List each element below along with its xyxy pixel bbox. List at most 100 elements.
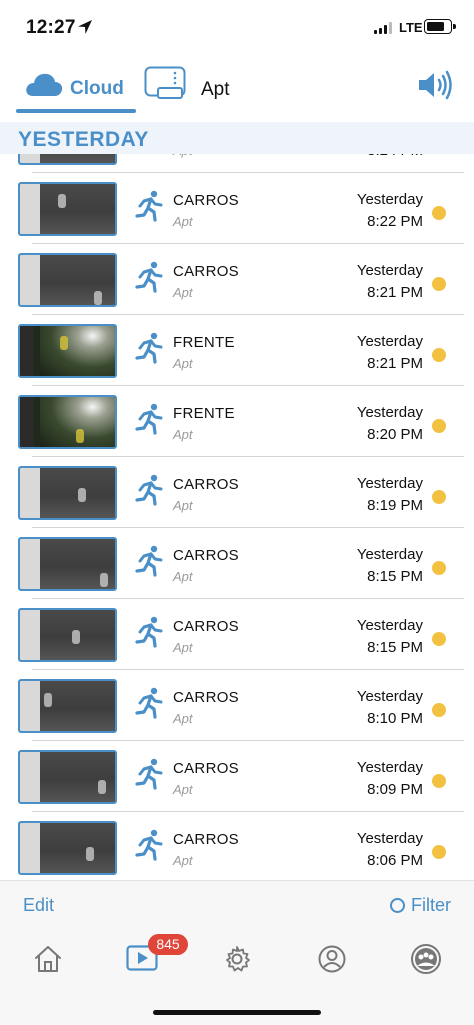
camera-device-icon: [144, 66, 186, 99]
running-person-icon: [135, 616, 163, 648]
event-location: Apt: [173, 498, 193, 513]
running-person-icon: [135, 403, 163, 435]
event-thumbnail[interactable]: [18, 182, 117, 236]
event-thumbnail[interactable]: [18, 154, 117, 165]
unviewed-dot: [432, 774, 446, 788]
event-day: Yesterday: [356, 262, 423, 279]
event-time: 8:15 PM: [367, 639, 423, 656]
tab-camera-apt[interactable]: Apt: [144, 66, 254, 106]
event-row[interactable]: FRENTE Apt Yesterday 8:21 PM: [0, 315, 474, 386]
event-thumbnail[interactable]: [18, 324, 117, 378]
unviewed-dot: [432, 632, 446, 646]
event-row[interactable]: CARROS Apt Yesterday 8:24 PM: [0, 154, 474, 173]
event-time: 8:21 PM: [367, 284, 423, 301]
unviewed-dot: [432, 490, 446, 504]
tab-camera-label: Apt: [201, 79, 230, 100]
event-location: Apt: [173, 356, 193, 371]
event-camera-name: CARROS: [173, 476, 239, 493]
event-day: Yesterday: [356, 475, 423, 492]
person-icon[interactable]: [316, 943, 348, 975]
speaker-icon[interactable]: [416, 70, 456, 100]
event-row[interactable]: CARROS Apt Yesterday 8:15 PM: [0, 528, 474, 599]
status-bar: 12:27 LTE: [0, 0, 474, 56]
cloud-icon: [26, 73, 63, 96]
event-camera-name: CARROS: [173, 547, 239, 564]
event-thumbnail[interactable]: [18, 679, 117, 733]
event-camera-name: CARROS: [173, 618, 239, 635]
running-person-icon: [135, 190, 163, 222]
event-thumbnail[interactable]: [18, 395, 117, 449]
event-camera-name: CARROS: [173, 192, 239, 209]
event-location: Apt: [173, 569, 193, 584]
event-thumbnail[interactable]: [18, 253, 117, 307]
event-row[interactable]: CARROS Apt Yesterday 8:10 PM: [0, 670, 474, 741]
event-row[interactable]: CARROS Apt Yesterday 8:15 PM: [0, 599, 474, 670]
event-thumbnail[interactable]: [18, 537, 117, 591]
unviewed-dot: [432, 703, 446, 717]
event-location: Apt: [173, 782, 193, 797]
unviewed-dot: [432, 206, 446, 220]
event-thumbnail[interactable]: [18, 466, 117, 520]
tab-cloud[interactable]: Cloud: [16, 62, 136, 114]
event-thumbnail[interactable]: [18, 750, 117, 804]
event-time: 8:10 PM: [367, 710, 423, 727]
running-person-icon: [135, 829, 163, 861]
event-camera-name: CARROS: [173, 263, 239, 280]
unviewed-dot: [432, 419, 446, 433]
event-day: Yesterday: [356, 333, 423, 350]
location-arrow-icon: [78, 20, 92, 34]
top-tab-bar: Cloud Apt: [0, 62, 474, 114]
event-thumbnail[interactable]: [18, 821, 117, 875]
bottom-toolbar: Edit Filter: [0, 880, 474, 930]
edit-button[interactable]: Edit: [23, 895, 54, 916]
unviewed-dot: [432, 845, 446, 859]
event-row[interactable]: CARROS Apt Yesterday 8:22 PM: [0, 173, 474, 244]
event-camera-name: CARROS: [173, 760, 239, 777]
event-time: 8:20 PM: [367, 426, 423, 443]
filter-label: Filter: [411, 895, 451, 915]
running-person-icon: [135, 545, 163, 577]
event-list[interactable]: CARROS Apt Yesterday 8:24 PM CARROS Apt …: [0, 154, 474, 880]
tab-cloud-label: Cloud: [70, 78, 124, 99]
running-person-icon: [135, 261, 163, 293]
event-time: 8:15 PM: [367, 568, 423, 585]
section-header: YESTERDAY: [0, 122, 474, 154]
event-location: Apt: [173, 640, 193, 655]
event-camera-name: FRENTE: [173, 405, 235, 422]
event-day: Yesterday: [356, 830, 423, 847]
event-time: 8:21 PM: [367, 355, 423, 372]
event-row[interactable]: CARROS Apt Yesterday 8:09 PM: [0, 741, 474, 812]
filter-button[interactable]: Filter: [390, 895, 451, 916]
event-location: Apt: [173, 427, 193, 442]
event-row[interactable]: FRENTE Apt Yesterday 8:20 PM: [0, 386, 474, 457]
event-time: 8:06 PM: [367, 852, 423, 869]
event-day: Yesterday: [356, 759, 423, 776]
event-row[interactable]: CARROS Apt Yesterday 8:19 PM: [0, 457, 474, 528]
network-type: LTE: [399, 20, 423, 35]
running-person-icon: [135, 758, 163, 790]
event-row[interactable]: CARROS Apt Yesterday 8:21 PM: [0, 244, 474, 315]
event-location: Apt: [173, 154, 193, 158]
event-time: 8:19 PM: [367, 497, 423, 514]
status-time: 12:27: [26, 17, 76, 38]
running-person-icon: [135, 332, 163, 364]
running-person-icon: [135, 687, 163, 719]
event-day: Yesterday: [356, 404, 423, 421]
account-circle-icon[interactable]: [410, 943, 442, 975]
unviewed-dot: [432, 348, 446, 362]
event-row[interactable]: CARROS Apt Yesterday 8:06 PM: [0, 812, 474, 880]
event-day: Yesterday: [356, 191, 423, 208]
event-list-content: CARROS Apt Yesterday 8:24 PM CARROS Apt …: [0, 154, 474, 880]
section-title: YESTERDAY: [18, 128, 149, 151]
event-day: Yesterday: [356, 688, 423, 705]
home-icon[interactable]: [32, 943, 64, 975]
event-time: 8:24 PM: [367, 154, 423, 159]
event-location: Apt: [173, 214, 193, 229]
unviewed-dot: [432, 561, 446, 575]
event-thumbnail[interactable]: [18, 608, 117, 662]
active-tab-indicator: [16, 109, 136, 113]
event-location: Apt: [173, 853, 193, 868]
event-day: Yesterday: [356, 546, 423, 563]
gear-icon[interactable]: [221, 943, 253, 975]
signal-icon: [374, 22, 392, 34]
